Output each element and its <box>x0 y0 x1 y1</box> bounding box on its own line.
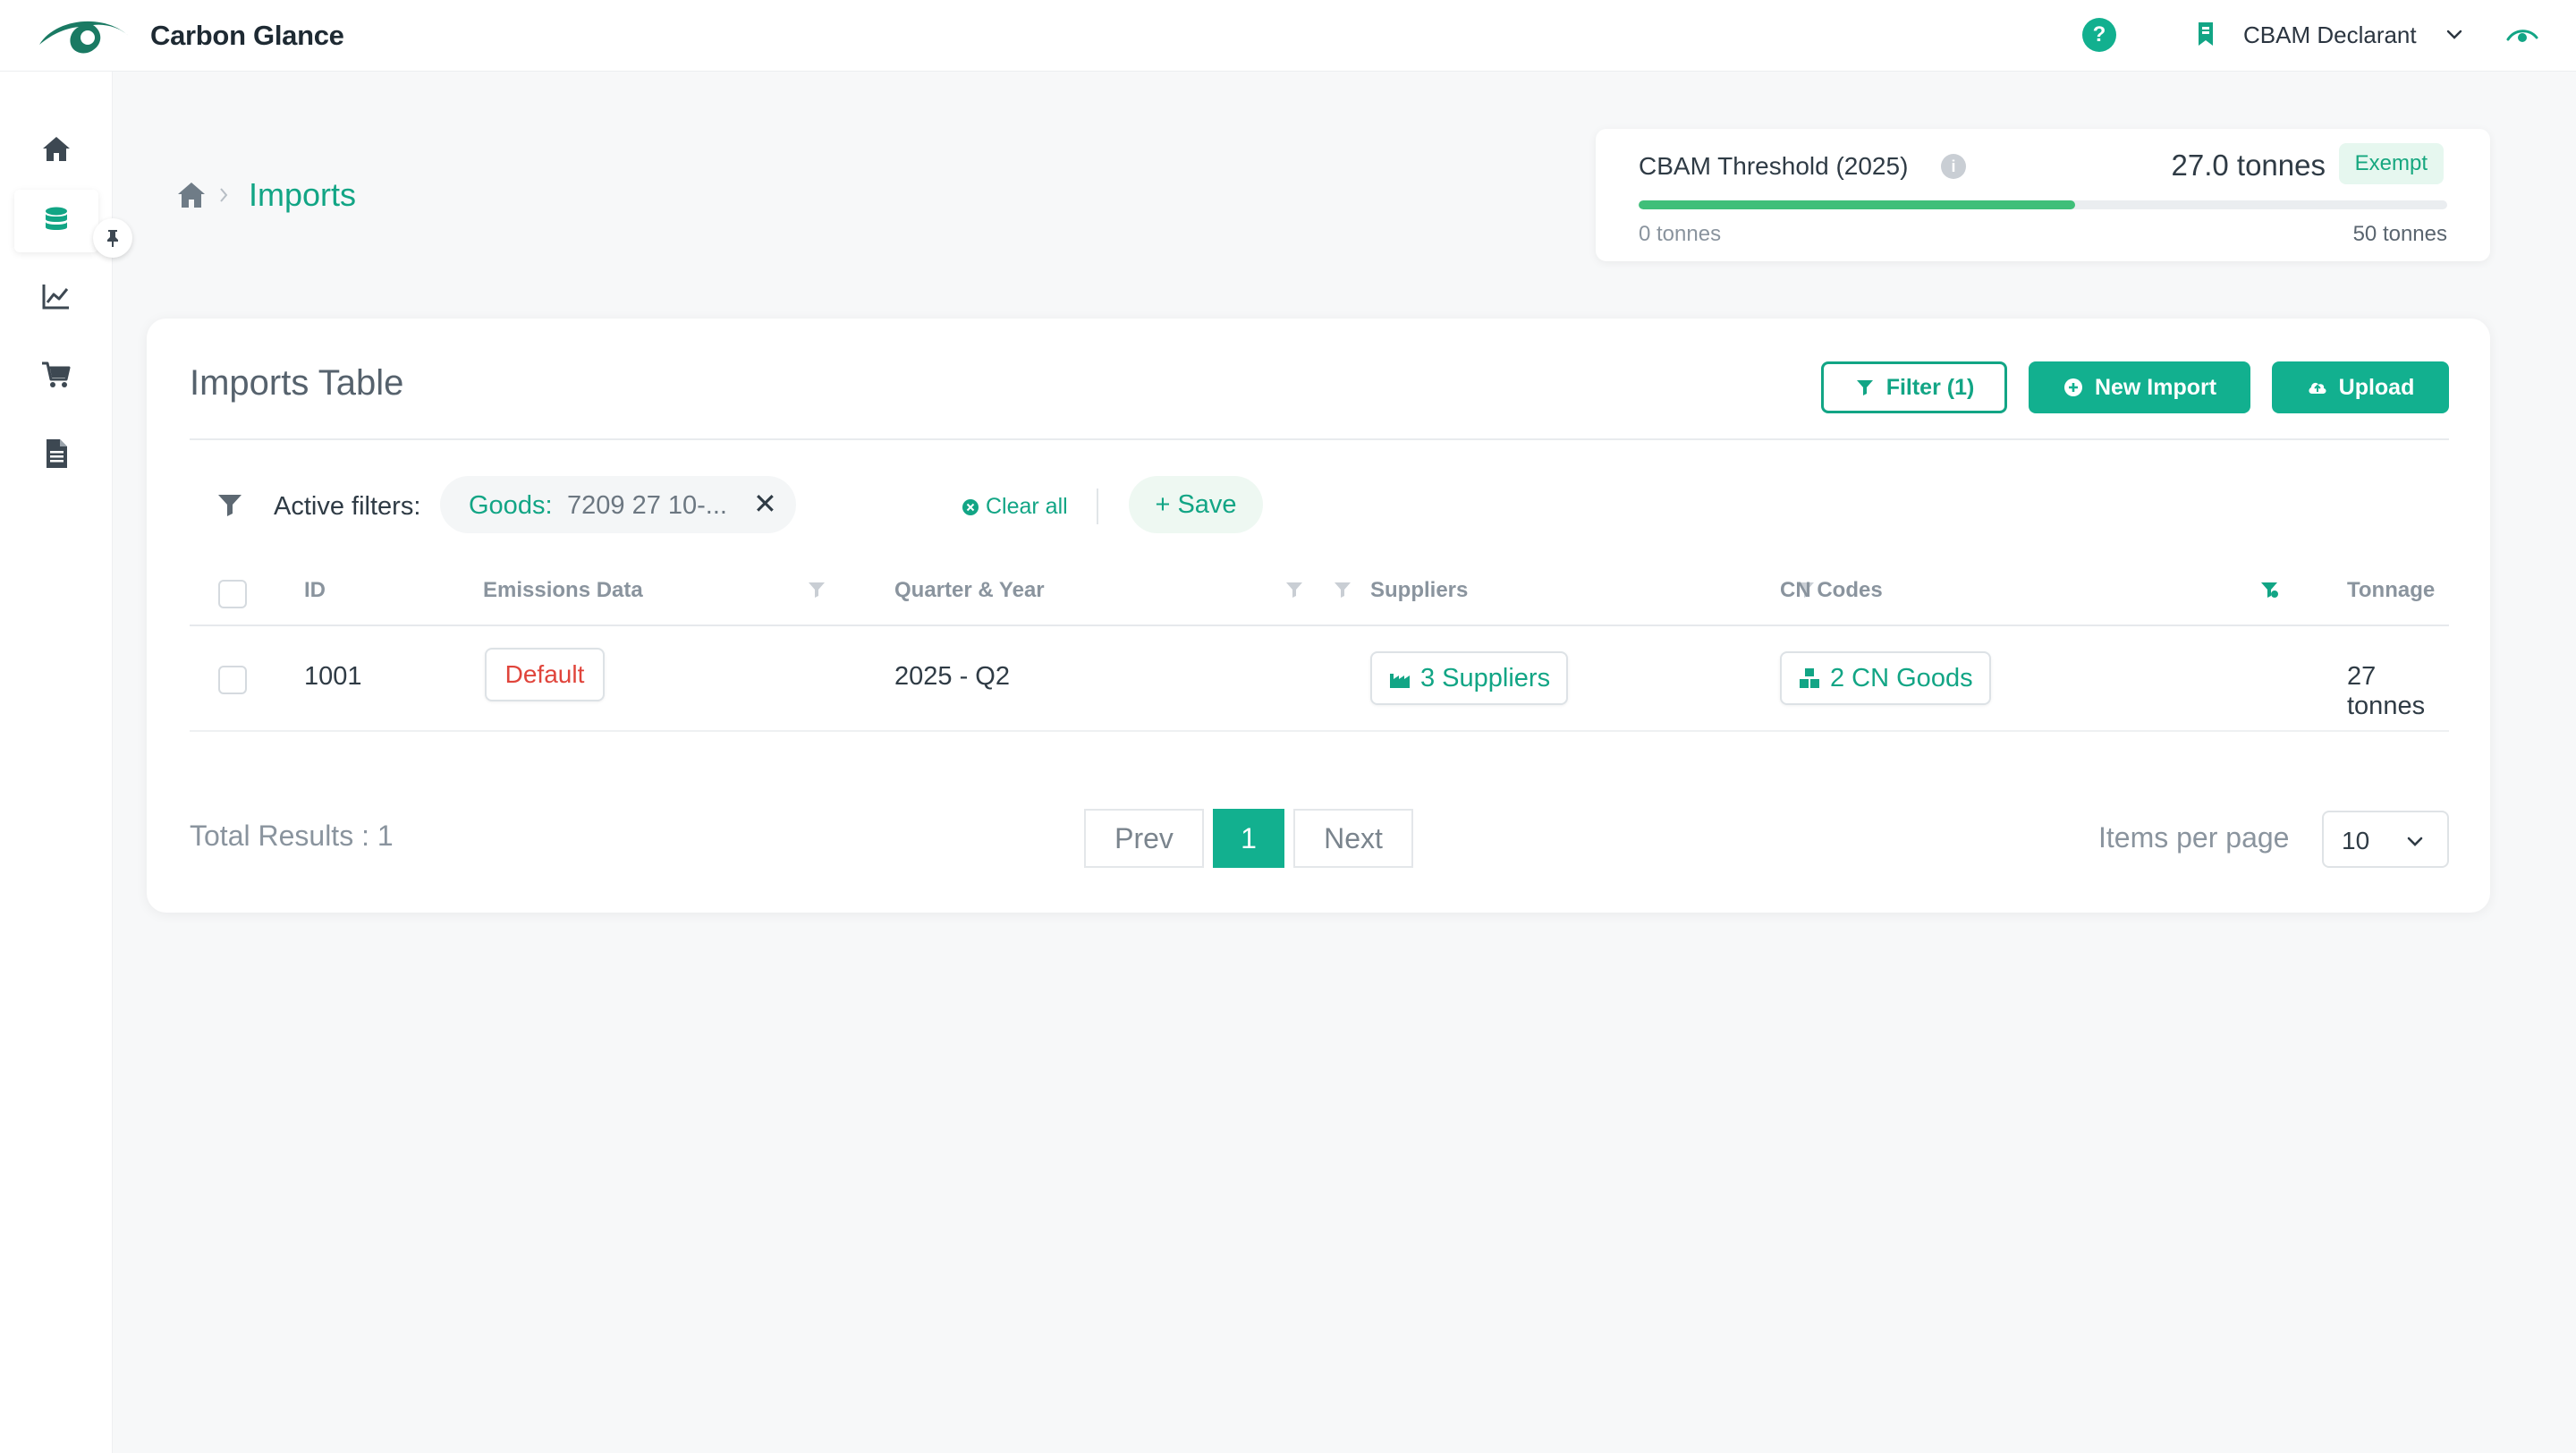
role-selector[interactable]: CBAM Declarant <box>2243 21 2417 49</box>
plus-circle-icon <box>2063 378 2082 396</box>
bookmark-icon <box>2199 22 2213 46</box>
suppliers-link[interactable]: 3 Suppliers <box>1370 651 1569 705</box>
divider <box>190 438 2449 440</box>
home-icon <box>43 137 70 161</box>
threshold-max-label: 50 tonnes <box>2352 222 2447 246</box>
filter-icon[interactable] <box>1333 580 1352 599</box>
filter-active-icon[interactable] <box>2259 580 2279 599</box>
new-import-label: New Import <box>2094 374 2217 400</box>
items-per-page-select[interactable]: 10 <box>2322 811 2449 868</box>
breadcrumb-home[interactable] <box>175 180 208 210</box>
next-page-button[interactable]: Next <box>1293 809 1413 868</box>
chevron-down-icon[interactable] <box>2445 23 2463 47</box>
filter-icon <box>1856 380 1873 395</box>
cloud-upload-icon <box>2309 382 2326 394</box>
cart-icon <box>42 361 71 387</box>
imports-table: ID Emissions Data Quarter & Year Supplie… <box>190 553 2449 732</box>
carbon-glance-logo-icon[interactable] <box>36 13 134 59</box>
suppliers-link-label: 3 Suppliers <box>1420 663 1551 693</box>
imports-table-card: Imports Table Filter (1) New Import Uplo… <box>147 319 2490 913</box>
prev-page-button[interactable]: Prev <box>1084 809 1204 868</box>
chevron-down-icon <box>2407 837 2423 846</box>
column-header-suppliers[interactable]: Suppliers <box>1370 578 1468 603</box>
upload-label: Upload <box>2338 374 2415 400</box>
sidebar-item-reports[interactable] <box>14 422 98 485</box>
eye-icon[interactable] <box>2506 25 2538 47</box>
table-header: ID Emissions Data Quarter & Year Supplie… <box>190 553 2449 626</box>
top-header: Carbon Glance ? CBAM Declarant <box>0 0 2576 72</box>
sidebar-item-home[interactable] <box>14 118 98 181</box>
new-import-button[interactable]: New Import <box>2029 361 2250 413</box>
info-icon[interactable]: i <box>1941 154 1966 179</box>
column-header-id[interactable]: ID <box>304 578 326 603</box>
sidebar-item-imports[interactable] <box>14 190 98 252</box>
database-icon <box>46 207 67 230</box>
page-title: Imports Table <box>190 363 404 403</box>
sidebar-item-marketplace[interactable] <box>14 344 98 406</box>
pin-icon <box>107 230 118 247</box>
cbam-threshold-card: CBAM Threshold (2025) i 27.0 tonnes Exem… <box>1596 129 2490 261</box>
line-chart-icon <box>42 285 69 310</box>
chevron-right-icon <box>220 188 228 202</box>
filter-icon <box>218 495 242 516</box>
sidebar <box>0 72 113 1453</box>
threshold-progress-track <box>1639 200 2447 209</box>
breadcrumb-current: Imports <box>249 176 357 213</box>
active-filters-bar: Active filters: Goods: 7209 27 10-... ✕ … <box>190 476 2449 535</box>
clear-all-label: Clear all <box>986 494 1068 519</box>
cn-goods-link-label: 2 CN Goods <box>1830 663 1973 693</box>
status-badge: Exempt <box>2338 143 2444 184</box>
threshold-title: CBAM Threshold (2025) <box>1639 152 1909 180</box>
cell-id: 1001 <box>304 662 362 691</box>
items-per-page-value: 10 <box>2342 827 2370 854</box>
table-row[interactable]: 1001 Default 2025 - Q2 3 Suppliers 2 CN … <box>190 626 2449 732</box>
clear-all-button[interactable]: Clear all <box>961 494 1068 520</box>
pin-sidebar-button[interactable] <box>93 218 132 258</box>
column-header-quarter[interactable]: Quarter & Year <box>894 578 1045 603</box>
divider <box>1097 489 1098 524</box>
threshold-progress-fill <box>1639 200 2076 209</box>
filter-chip-value: 7209 27 10-... <box>567 491 727 520</box>
select-all-checkbox[interactable] <box>218 580 247 608</box>
column-header-cn-codes[interactable]: CN Codes <box>1780 578 1883 603</box>
cell-quarter: 2025 - Q2 <box>894 662 1010 691</box>
threshold-min-label: 0 tonnes <box>1639 222 1722 246</box>
boxes-icon <box>1800 668 1819 688</box>
total-results: Total Results : 1 <box>190 820 394 852</box>
factory-icon <box>1390 674 1410 688</box>
sidebar-item-analytics[interactable] <box>14 265 98 327</box>
help-icon[interactable]: ? <box>2082 18 2116 52</box>
active-filters-label: Active filters: <box>274 492 421 521</box>
brand-name[interactable]: Carbon Glance <box>150 20 344 52</box>
filter-chip-goods[interactable]: Goods: 7209 27 10-... ✕ <box>440 476 796 533</box>
home-icon <box>178 183 205 208</box>
breadcrumb: Imports <box>175 175 356 215</box>
filter-icon[interactable] <box>807 580 826 599</box>
column-header-emissions[interactable]: Emissions Data <box>483 578 643 603</box>
items-per-page-label: Items per page <box>2098 821 2290 854</box>
filter-chip-key: Goods: <box>469 491 553 520</box>
column-header-tonnage[interactable]: Tonnage <box>2347 578 2435 603</box>
row-checkbox[interactable] <box>218 666 247 694</box>
filter-icon[interactable] <box>1284 580 1304 599</box>
cell-tonnage: 27 tonnes <box>2347 662 2426 720</box>
save-filter-button[interactable]: + Save <box>1129 476 1263 533</box>
emissions-default-badge[interactable]: Default <box>485 648 605 701</box>
threshold-value: 27.0 tonnes <box>2171 149 2326 182</box>
document-icon <box>47 439 67 468</box>
x-circle-icon <box>962 498 979 515</box>
filter-button-label: Filter (1) <box>1885 374 1975 400</box>
cn-goods-link[interactable]: 2 CN Goods <box>1780 651 1991 705</box>
filter-button[interactable]: Filter (1) <box>1821 361 2007 413</box>
page-button-current[interactable]: 1 <box>1213 809 1284 868</box>
close-icon[interactable]: ✕ <box>753 487 777 521</box>
upload-button[interactable]: Upload <box>2272 361 2449 413</box>
